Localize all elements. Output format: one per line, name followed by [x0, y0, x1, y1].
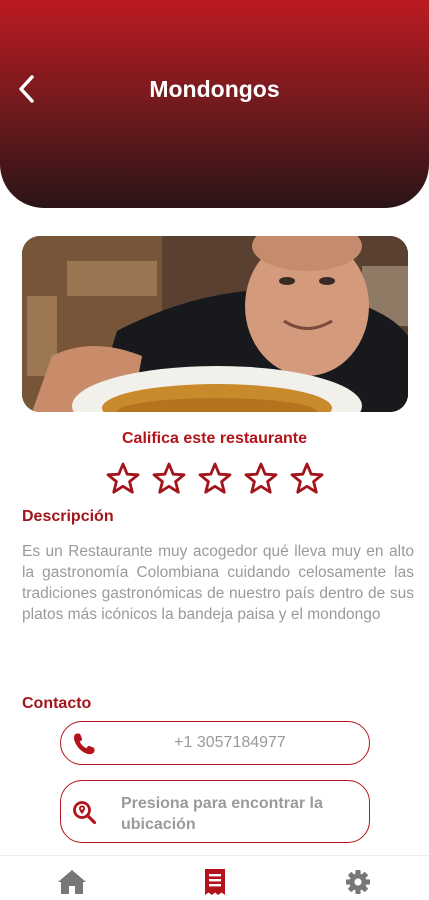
location-label: Presiona para encontrar la ubicación: [121, 795, 323, 833]
star-icon[interactable]: [243, 461, 279, 497]
bottom-nav: [0, 855, 429, 900]
location-search-icon: [73, 801, 97, 825]
description-title: Descripción: [22, 508, 114, 525]
phone-icon: [74, 733, 95, 755]
star-icon[interactable]: [105, 461, 141, 497]
header: Mondongos: [0, 0, 429, 208]
location-button[interactable]: Presiona para encontrar la ubicación: [60, 780, 370, 843]
restaurant-photo: [22, 236, 408, 412]
phone-button[interactable]: +1 3057184977: [60, 721, 370, 765]
star-icon[interactable]: [289, 461, 325, 497]
home-icon[interactable]: [56, 868, 88, 896]
description-text: Es un Restaurante muy acogedor qué lleva…: [22, 543, 414, 623]
contact-title: Contacto: [22, 695, 92, 712]
star-icon[interactable]: [197, 461, 233, 497]
rating-label: Califica este restaurante: [122, 430, 307, 447]
star-icon[interactable]: [151, 461, 187, 497]
rating-stars[interactable]: [105, 461, 325, 499]
receipt-icon[interactable]: [199, 868, 231, 896]
gear-icon[interactable]: [342, 868, 374, 896]
phone-number: +1 3057184977: [174, 734, 286, 751]
page-title: Mondongos: [149, 76, 280, 102]
